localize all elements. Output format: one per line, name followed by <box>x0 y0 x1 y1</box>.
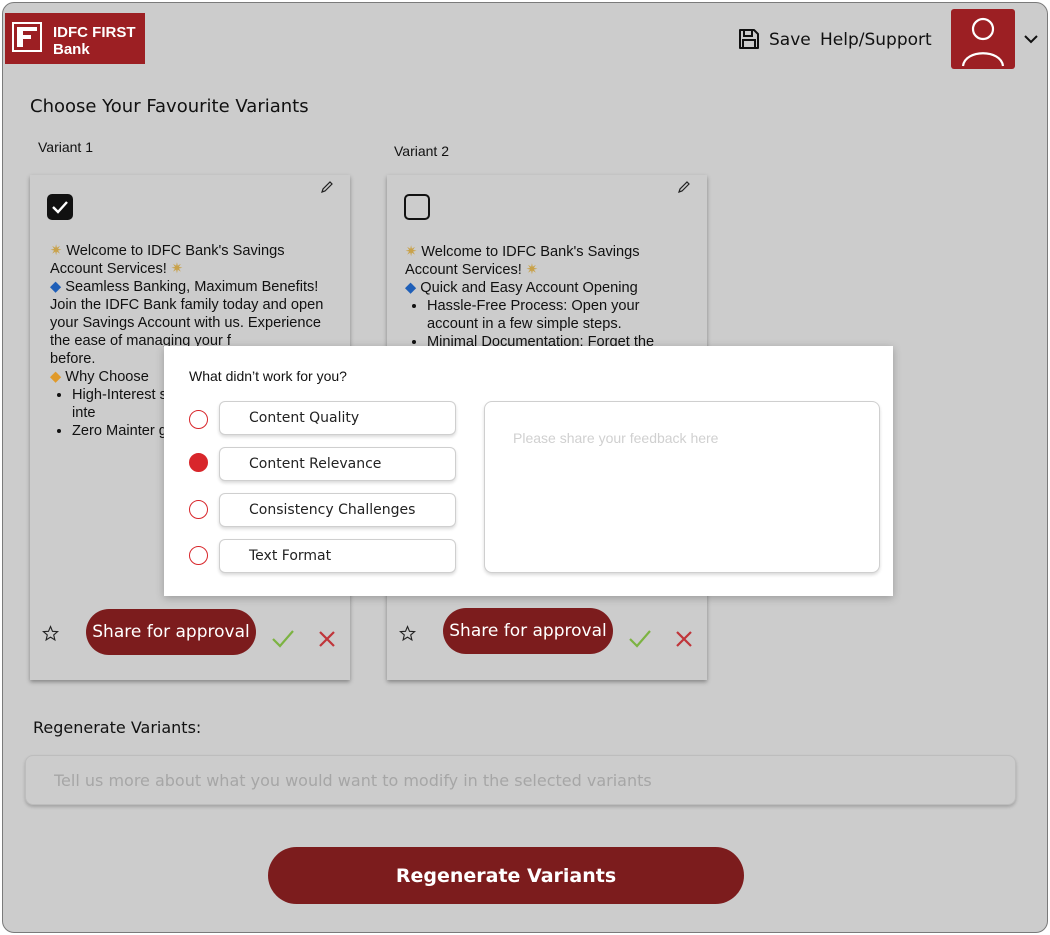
blue-diamond-icon: ◆ <box>405 280 417 296</box>
radio-text-format[interactable] <box>189 546 208 565</box>
feedback-textarea[interactable] <box>484 401 880 573</box>
page-title: Choose Your Favourite Variants <box>30 96 309 117</box>
variant-2-line-1: Welcome to IDFC Bank's Savings Account S… <box>405 244 640 278</box>
feedback-popup: What didn’t work for you? Content Qualit… <box>164 346 893 596</box>
edit-pencil-icon[interactable] <box>677 180 691 194</box>
sparkle-icon: ✷ <box>525 262 539 278</box>
variant-1-checkbox[interactable] <box>47 194 73 220</box>
brand-name: IDFC FIRST Bank <box>53 24 136 58</box>
help-support-link[interactable]: Help/Support <box>820 30 932 50</box>
check-icon <box>52 201 68 214</box>
regenerate-label: Regenerate Variants: <box>33 718 202 737</box>
sparkle-icon: ✷ <box>50 243 63 259</box>
share-for-approval-button[interactable]: Share for approval <box>86 609 256 655</box>
option-content-quality[interactable]: Content Quality <box>219 401 456 435</box>
app-frame: IDFC FIRST Bank Save Help/Support Choose… <box>2 2 1048 933</box>
variant-2-line-2: Quick and Easy Account Opening <box>420 280 638 296</box>
regenerate-input[interactable] <box>25 755 1016 805</box>
star-icon[interactable] <box>42 625 59 642</box>
star-icon[interactable] <box>399 625 416 642</box>
blue-diamond-icon: ◆ <box>50 279 62 295</box>
share-for-approval-button[interactable]: Share for approval <box>443 608 613 654</box>
edit-pencil-icon[interactable] <box>320 180 334 194</box>
list-item: Hassle-Free Process: Open your account i… <box>427 297 690 333</box>
chevron-down-icon[interactable] <box>1023 31 1039 47</box>
option-consistency-challenges[interactable]: Consistency Challenges <box>219 493 456 527</box>
user-icon <box>961 17 1005 67</box>
approve-check-icon[interactable] <box>628 627 652 649</box>
orange-diamond-icon: ◆ <box>50 369 62 385</box>
sparkle-icon: ✷ <box>405 244 418 260</box>
reject-x-icon[interactable] <box>318 630 336 648</box>
radio-content-quality[interactable] <box>189 410 208 429</box>
feedback-title: What didn’t work for you? <box>189 368 347 384</box>
save-button[interactable]: Save <box>769 30 811 50</box>
sparkle-icon: ✷ <box>170 261 184 277</box>
variant-1-line-1: Welcome to IDFC Bank's Savings Account S… <box>50 243 285 277</box>
variant-1-line-4: Why Choose <box>65 369 149 385</box>
variant-1-label: Variant 1 <box>38 139 93 155</box>
variant-2-label: Variant 2 <box>394 143 449 159</box>
brand-line-1: IDFC FIRST <box>53 24 136 41</box>
avatar[interactable] <box>951 9 1015 69</box>
variant-2-checkbox[interactable] <box>404 194 430 220</box>
reject-x-icon[interactable] <box>675 630 693 648</box>
option-text-format[interactable]: Text Format <box>219 539 456 573</box>
brand-line-2: Bank <box>53 41 90 58</box>
variant-1-line-2: Seamless Banking, Maximum Benefits! Join… <box>50 279 324 349</box>
logo-mark-icon <box>12 22 42 52</box>
save-icon[interactable] <box>738 28 760 50</box>
approve-check-icon[interactable] <box>271 627 295 649</box>
option-content-relevance[interactable]: Content Relevance <box>219 447 456 481</box>
variant-2-content: ✷ Welcome to IDFC Bank's Savings Account… <box>405 243 690 351</box>
radio-consistency-challenges[interactable] <box>189 500 208 519</box>
radio-content-relevance[interactable] <box>189 453 208 472</box>
bank-logo[interactable]: IDFC FIRST Bank <box>5 13 145 64</box>
regenerate-variants-button[interactable]: Regenerate Variants <box>268 847 744 904</box>
